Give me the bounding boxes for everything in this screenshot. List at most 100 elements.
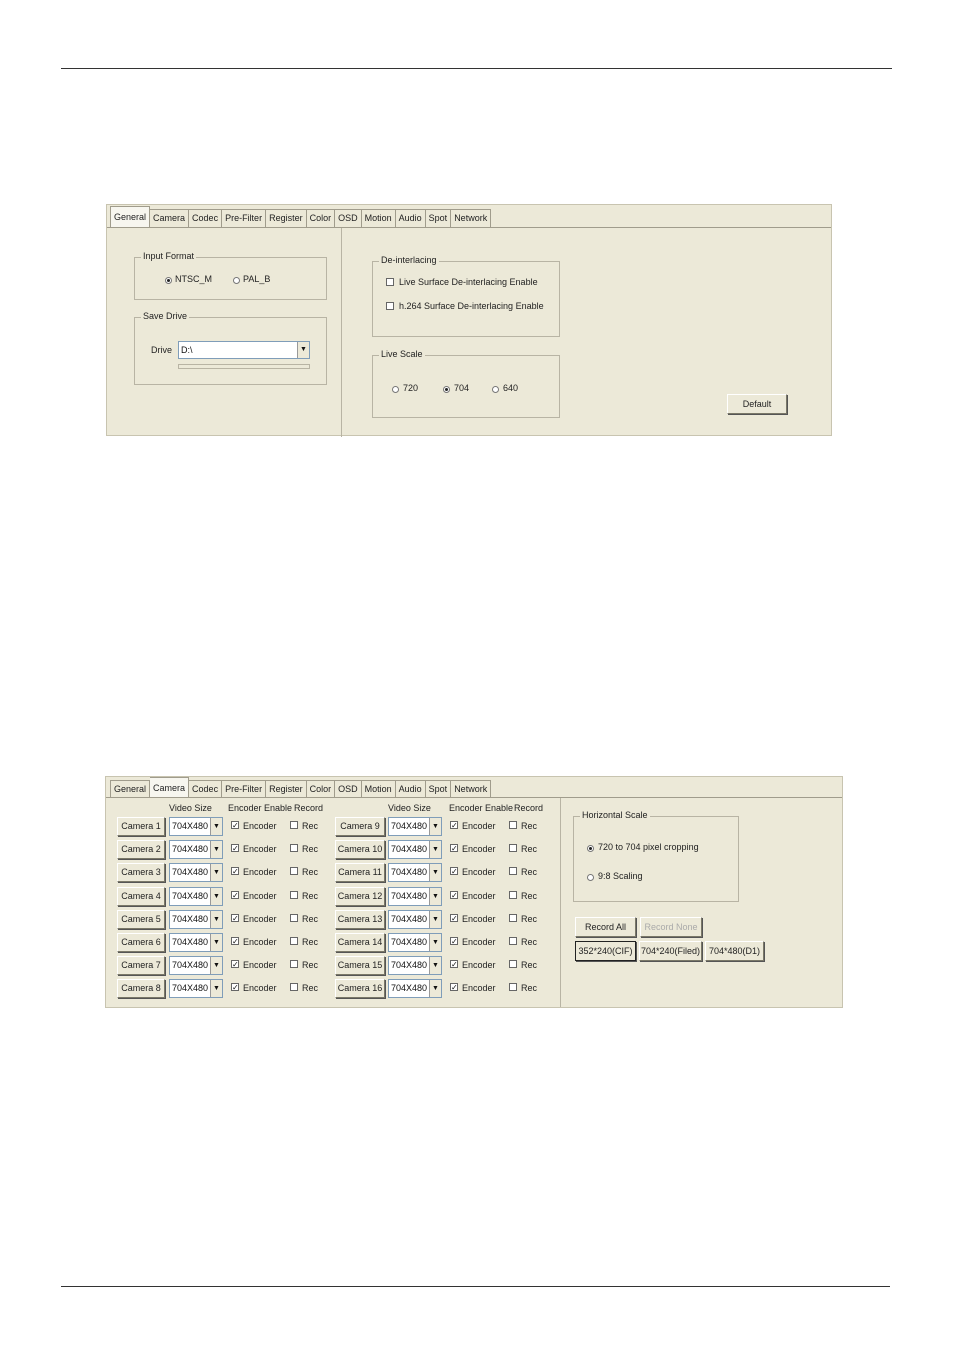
video-size-select[interactable]: 704X480 ▼	[388, 979, 442, 999]
record-checkbox[interactable]	[509, 960, 517, 969]
chevron-down-icon[interactable]: ▼	[210, 980, 222, 998]
record-checkbox[interactable]	[290, 960, 298, 969]
chevron-down-icon[interactable]: ▼	[429, 818, 441, 835]
record-checkbox[interactable]	[509, 821, 517, 829]
tab-audio[interactable]: Audio	[395, 209, 426, 227]
scaling-radio[interactable]	[587, 874, 594, 881]
video-size-select[interactable]: 704X480 ▼	[169, 909, 223, 929]
camera-button[interactable]: Camera 3	[117, 863, 165, 883]
video-size-select[interactable]: 704X480 ▼	[169, 886, 223, 906]
tab-audio[interactable]: Audio	[395, 780, 426, 798]
video-size-select[interactable]: 704X480 ▼	[388, 933, 442, 952]
camera-button[interactable]: Camera 10	[335, 840, 385, 860]
record-checkbox[interactable]	[509, 983, 517, 992]
tab-color[interactable]: Color	[306, 209, 336, 227]
drive-select[interactable]: D:\ ▼	[178, 341, 310, 359]
resolution-filed-button[interactable]: 704*240(Filed)	[639, 941, 702, 961]
tab-osd[interactable]: OSD	[335, 209, 362, 227]
record-checkbox[interactable]	[509, 913, 517, 922]
record-checkbox[interactable]	[290, 890, 298, 899]
camera-button[interactable]: Camera 13	[335, 909, 385, 929]
tab-network[interactable]: Network	[451, 780, 492, 798]
tab-pre-filter[interactable]: Pre-Filter	[222, 780, 267, 798]
chevron-down-icon[interactable]: ▼	[429, 980, 441, 998]
pal-radio[interactable]	[233, 277, 240, 284]
record-checkbox[interactable]	[509, 937, 517, 945]
encoder-checkbox[interactable]: ✓	[231, 960, 239, 969]
encoder-checkbox[interactable]: ✓	[450, 844, 458, 853]
camera-button[interactable]: Camera 7	[117, 956, 165, 976]
chevron-down-icon[interactable]: ▼	[210, 957, 222, 975]
tab-codec[interactable]: Codec	[189, 209, 223, 227]
chevron-down-icon[interactable]: ▼	[210, 887, 222, 905]
encoder-checkbox[interactable]: ✓	[450, 983, 458, 992]
tab-camera[interactable]: Camera	[150, 209, 190, 227]
record-checkbox[interactable]	[290, 821, 298, 829]
resolution-d1-button[interactable]: 704*480(D1)	[705, 941, 764, 961]
camera-button[interactable]: Camera 16	[335, 979, 385, 999]
encoder-checkbox[interactable]: ✓	[231, 890, 239, 899]
video-size-select[interactable]: 704X480 ▼	[388, 956, 442, 976]
encoder-checkbox[interactable]: ✓	[231, 913, 239, 922]
h264-deinterlacing-checkbox[interactable]	[386, 302, 394, 310]
record-checkbox[interactable]	[290, 913, 298, 922]
camera-button[interactable]: Camera 14	[335, 933, 385, 952]
video-size-select[interactable]: 704X480 ▼	[388, 863, 442, 883]
encoder-checkbox[interactable]: ✓	[231, 983, 239, 992]
chevron-down-icon[interactable]: ▼	[429, 887, 441, 905]
chevron-down-icon[interactable]: ▼	[210, 864, 222, 882]
camera-button[interactable]: Camera 4	[117, 886, 165, 906]
encoder-checkbox[interactable]: ✓	[450, 937, 458, 946]
video-size-select[interactable]: 704X480 ▼	[169, 979, 223, 999]
video-size-select[interactable]: 704X480 ▼	[169, 817, 223, 836]
record-checkbox[interactable]	[509, 867, 517, 876]
encoder-checkbox[interactable]: ✓	[231, 821, 239, 830]
record-none-button[interactable]: Record None	[640, 917, 702, 937]
encoder-checkbox[interactable]: ✓	[450, 867, 458, 876]
tab-general[interactable]: General	[110, 206, 151, 227]
camera-button[interactable]: Camera 2	[117, 840, 165, 860]
encoder-checkbox[interactable]: ✓	[450, 913, 458, 922]
tab-motion[interactable]: Motion	[361, 209, 396, 227]
tab-motion[interactable]: Motion	[361, 780, 396, 798]
record-checkbox[interactable]	[509, 890, 517, 899]
chevron-down-icon[interactable]: ▼	[429, 841, 441, 859]
tab-pre-filter[interactable]: Pre-Filter	[222, 209, 267, 227]
live-deinterlacing-checkbox[interactable]	[386, 278, 394, 286]
video-size-select[interactable]: 704X480 ▼	[388, 909, 442, 929]
camera-button[interactable]: Camera 12	[335, 886, 385, 906]
video-size-select[interactable]: 704X480 ▼	[169, 933, 223, 952]
encoder-checkbox[interactable]: ✓	[231, 867, 239, 876]
tab-osd[interactable]: OSD	[335, 780, 362, 798]
chevron-down-icon[interactable]: ▼	[429, 957, 441, 975]
video-size-select[interactable]: 704X480 ▼	[388, 817, 442, 836]
encoder-checkbox[interactable]: ✓	[231, 844, 239, 853]
video-size-select[interactable]: 704X480 ▼	[388, 886, 442, 906]
cropping-radio[interactable]	[587, 845, 594, 852]
video-size-select[interactable]: 704X480 ▼	[169, 840, 223, 860]
ntsc-radio[interactable]	[165, 277, 172, 284]
tab-register[interactable]: Register	[266, 780, 307, 798]
chevron-down-icon[interactable]: ▼	[210, 841, 222, 859]
video-size-select[interactable]: 704X480 ▼	[169, 956, 223, 976]
resolution-cif-button[interactable]: 352*240(CIF)	[575, 941, 636, 961]
record-checkbox[interactable]	[290, 844, 298, 853]
video-size-select[interactable]: 704X480 ▼	[169, 863, 223, 883]
chevron-down-icon[interactable]: ▼	[210, 818, 222, 835]
scale-720-radio[interactable]	[392, 386, 399, 393]
chevron-down-icon[interactable]: ▼	[210, 910, 222, 928]
camera-button[interactable]: Camera 8	[117, 979, 165, 999]
scale-704-radio[interactable]	[443, 386, 450, 393]
record-checkbox[interactable]	[290, 937, 298, 945]
chevron-down-icon[interactable]: ▼	[429, 864, 441, 882]
encoder-checkbox[interactable]: ✓	[450, 890, 458, 899]
encoder-checkbox[interactable]: ✓	[231, 937, 239, 946]
default-button[interactable]: Default	[727, 394, 787, 414]
chevron-down-icon[interactable]: ▼	[297, 342, 309, 358]
camera-button[interactable]: Camera 15	[335, 956, 385, 976]
record-all-button[interactable]: Record All	[575, 917, 636, 937]
tab-codec[interactable]: Codec	[189, 780, 223, 798]
video-size-select[interactable]: 704X480 ▼	[388, 840, 442, 860]
tab-network[interactable]: Network	[451, 209, 492, 227]
tab-camera[interactable]: Camera	[150, 777, 190, 798]
